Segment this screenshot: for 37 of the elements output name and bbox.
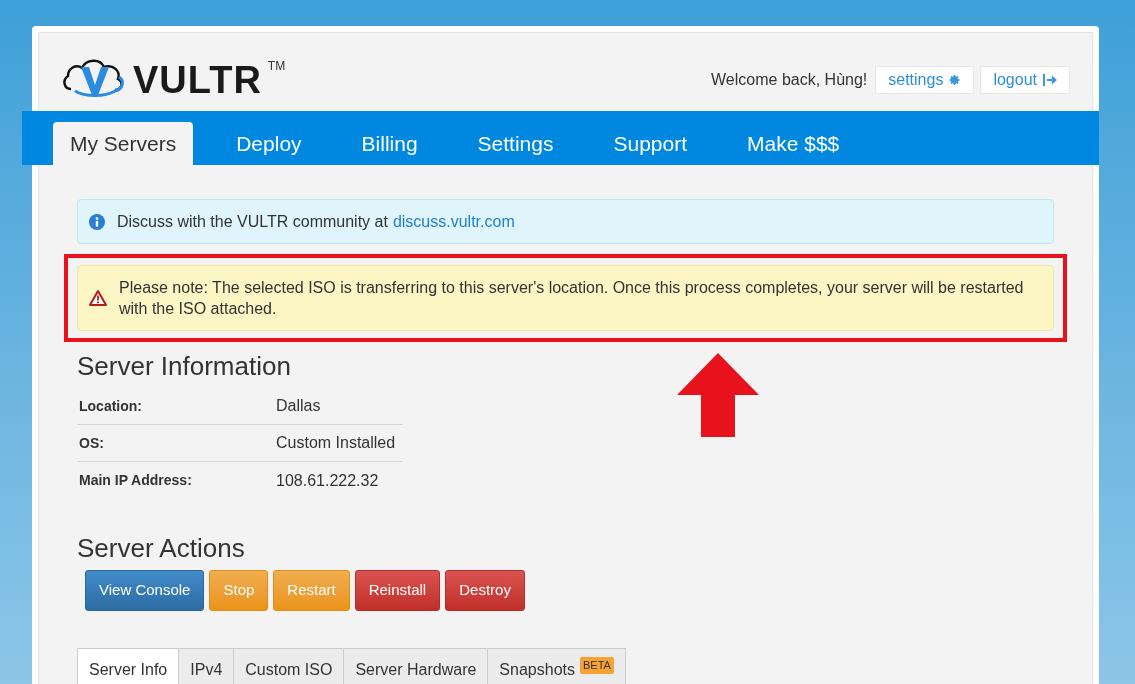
trademark: TM	[267, 58, 286, 75]
alert-text: Please note: The selected ISO is transferring to this server's location. Once this process completes, your server will be restarted with the ISO attached.	[119, 278, 1025, 319]
logout-button[interactable]: logout	[980, 66, 1070, 94]
settings-button[interactable]: settings	[875, 66, 975, 94]
content-tab[interactable]: Custom ISO	[233, 648, 345, 684]
info-icon	[89, 213, 105, 230]
nav-tab[interactable]: Settings	[460, 122, 571, 165]
nav-tab[interactable]: Billing	[344, 122, 435, 165]
action-button[interactable]: Reinstall	[354, 570, 441, 611]
content-tab[interactable]: Server Info	[77, 648, 180, 684]
nav-tab[interactable]: Support	[596, 122, 705, 165]
nav-tab[interactable]: My Servers	[53, 122, 194, 165]
beta-badge: BETA	[579, 657, 614, 674]
alert-text: Discuss with the VULTR community at	[117, 212, 388, 232]
info-value: Dallas	[276, 396, 321, 416]
info-label: Main IP Address:	[78, 471, 193, 490]
discuss-link[interactable]: discuss.vultr.com	[392, 211, 515, 232]
section-title: Server Actions	[77, 532, 246, 564]
content-tab[interactable]: IPv4	[178, 648, 235, 684]
info-label: Location:	[78, 396, 143, 416]
action-button[interactable]: Destroy	[445, 570, 525, 611]
action-button[interactable]: View Console	[85, 570, 205, 611]
logo-text: VULTR	[133, 61, 262, 99]
section-title: Server Information	[77, 350, 292, 382]
info-label: OS:	[78, 433, 105, 453]
nav-tab[interactable]: Deploy	[219, 122, 319, 165]
gear-icon	[949, 74, 962, 86]
content-tab[interactable]: Server Hardware	[343, 648, 489, 684]
info-value: 108.61.222.32	[276, 470, 379, 491]
logout-icon	[1043, 74, 1057, 86]
action-button[interactable]: Stop	[209, 570, 269, 611]
info-value: Custom Installed	[276, 433, 396, 453]
action-button[interactable]: Restart	[273, 570, 350, 611]
nav-tab[interactable]: Make $$$	[730, 122, 857, 165]
warning-icon	[89, 290, 107, 306]
welcome-text: Welcome back, Hùng!	[711, 70, 868, 90]
content-tab[interactable]: Snapshots BETA	[487, 648, 626, 684]
